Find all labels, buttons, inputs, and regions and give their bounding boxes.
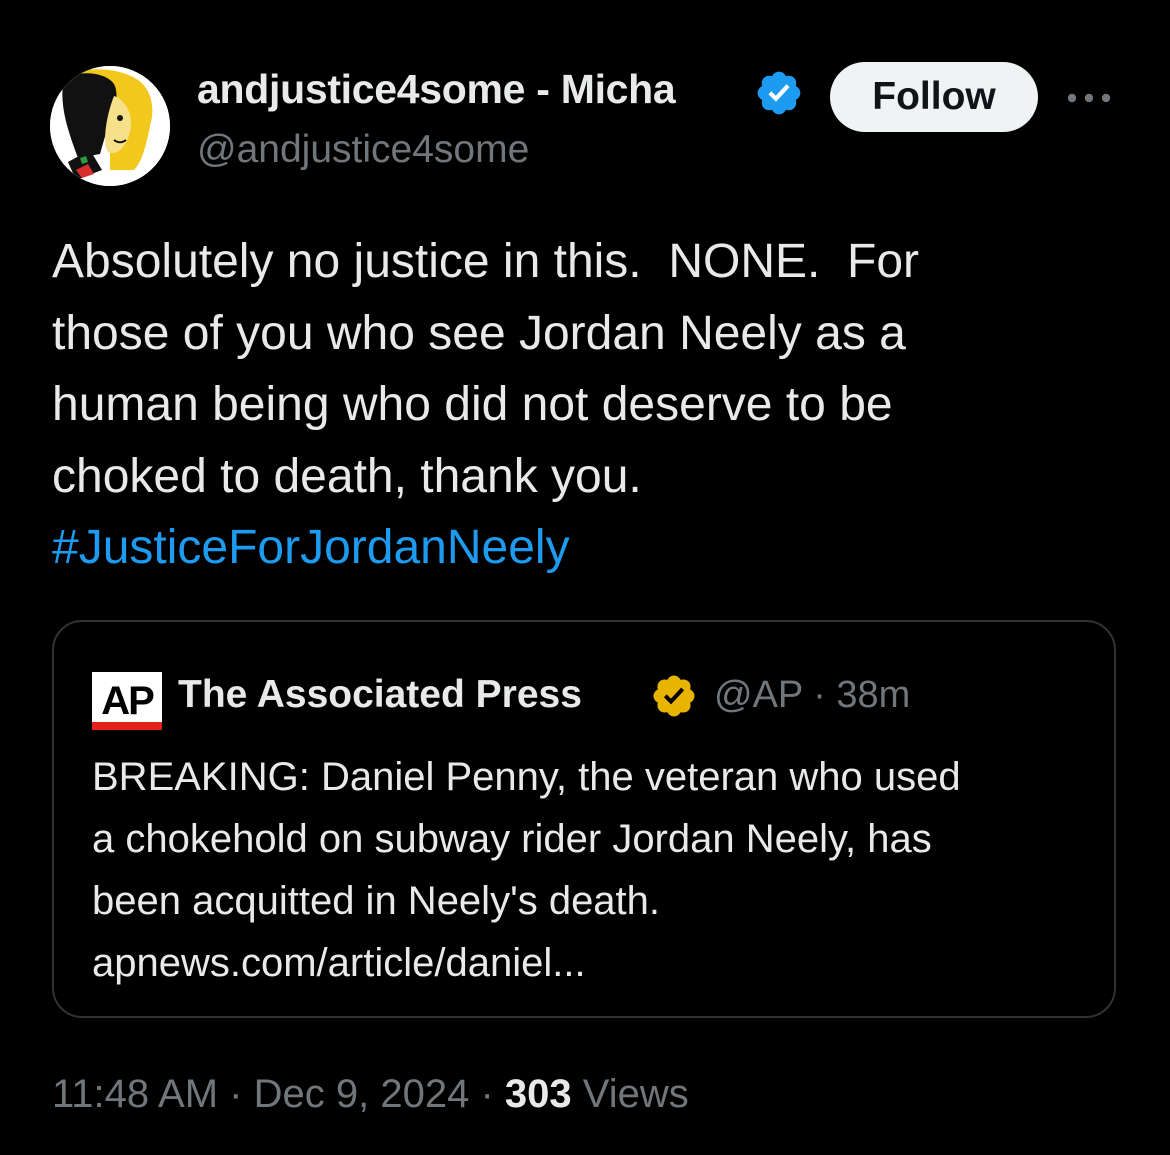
avatar-illustration (50, 66, 170, 186)
tweet-text-line: human being who did not deserve to be (52, 378, 893, 431)
quoted-tweet-time[interactable]: 38m (836, 674, 910, 716)
quoted-author-handle[interactable]: @AP (714, 674, 803, 716)
quoted-text-line: a chokehold on subway rider Jordan Neely… (92, 817, 932, 861)
quoted-tweet-text: BREAKING: Daniel Penny, the veteran who … (92, 746, 1092, 994)
ap-logo-icon: AP (92, 672, 162, 730)
author-display-name[interactable]: andjustice4some - Micha (197, 66, 676, 113)
tweet-text-line: those of you who see Jordan Neely as a (52, 306, 906, 360)
verified-badge-icon (757, 71, 801, 115)
tweet-text-line: choked to death, thank you. (52, 449, 642, 503)
hashtag-link[interactable]: #JusticeForJordanNeely (52, 512, 1112, 584)
footer-separator: · (480, 1072, 494, 1116)
tweet-date[interactable]: Dec 9, 2024 (254, 1072, 470, 1116)
tweet-text: Absolutely no justice in this. NONE. For… (52, 226, 1112, 584)
follow-button[interactable]: Follow (830, 62, 1038, 132)
ap-logo-text: AP (101, 679, 154, 723)
tweet-text-line: Absolutely no justice in this. NONE. For (52, 235, 919, 288)
quoted-article-link[interactable]: apnews.com/article/daniel... (92, 932, 1092, 994)
views-count: 303 (504, 1072, 572, 1116)
author-handle[interactable]: @andjustice4some (197, 128, 529, 172)
tweet-footer: 11:48 AM · Dec 9, 2024 · 303 Views (52, 1072, 689, 1117)
more-horizontal-icon[interactable] (1064, 80, 1114, 116)
quoted-tweet-card[interactable]: AP The Associated Press @AP · 38m BREAKI… (52, 620, 1116, 1018)
quoted-text-line: BREAKING: Daniel Penny, the veteran who … (92, 755, 961, 799)
tweet-time[interactable]: 11:48 AM (52, 1072, 218, 1116)
user-avatar[interactable] (50, 66, 170, 186)
views-label: Views (582, 1072, 689, 1116)
footer-separator: · (229, 1072, 243, 1116)
quoted-tweet-meta: @AP · 38m (714, 674, 910, 717)
meta-separator: · (813, 674, 826, 716)
gold-verified-badge-icon (653, 675, 695, 717)
quoted-text-line: been acquitted in Neely's death. (92, 879, 661, 923)
quoted-author-name[interactable]: The Associated Press (178, 673, 582, 717)
